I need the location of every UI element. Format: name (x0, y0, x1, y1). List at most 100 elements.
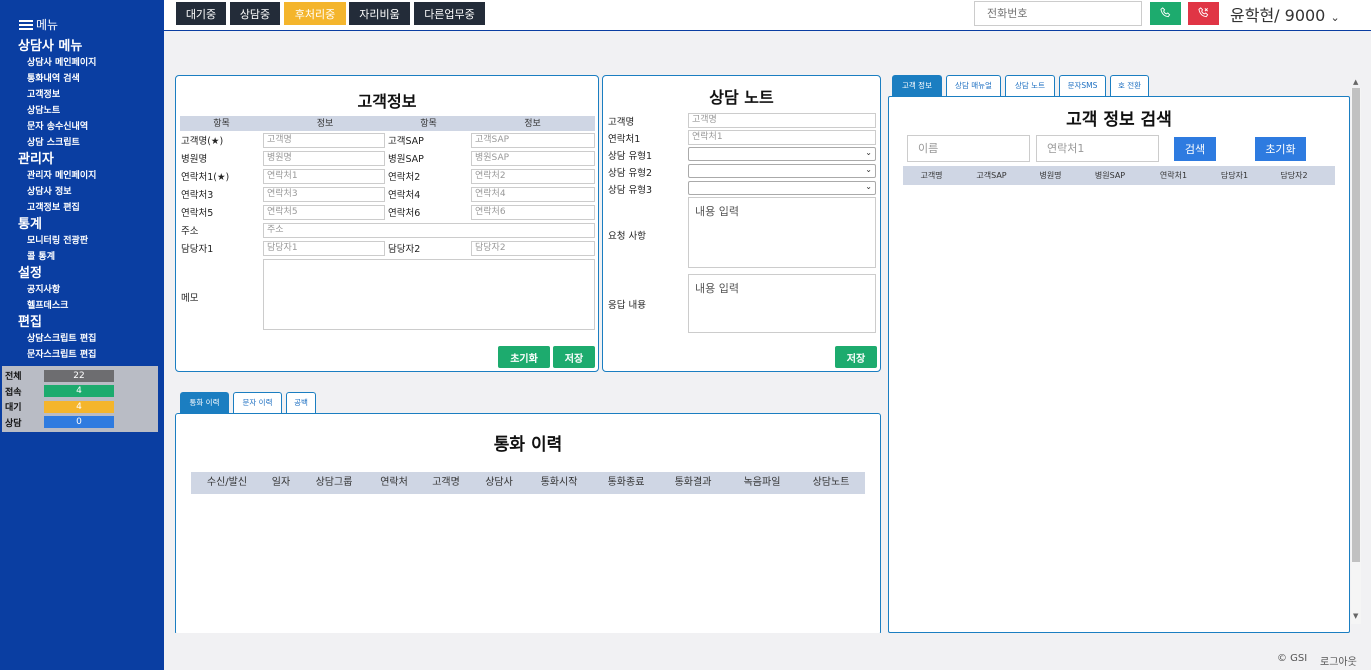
scroll-up-icon[interactable]: ▲ (1353, 78, 1358, 86)
column-header: 통화시작 (540, 477, 578, 488)
menu-toggle[interactable]: 메뉴 (19, 16, 58, 33)
contact5-input[interactable]: 연락처5 (263, 205, 385, 220)
customer-name-input[interactable]: 고객명 (263, 133, 385, 148)
user-menu[interactable]: 윤학현/ 9000 ⌄ (1230, 2, 1340, 26)
search-name-input[interactable]: 이름 (907, 135, 1030, 162)
contact4-input[interactable]: 연락처4 (471, 187, 595, 202)
field-label: 고객명 (608, 117, 635, 128)
customer-sap-input[interactable]: 고객SAP (471, 133, 595, 148)
contact2-input[interactable]: 연락처2 (471, 169, 595, 184)
stat-value: 0 (44, 416, 114, 429)
field-label: 고객SAP (388, 136, 424, 147)
tab-customer-info[interactable]: 고객 정보 (892, 75, 942, 96)
column-header: 연락처1 (1159, 171, 1188, 180)
agent-stats: 전체 22 접속 4 대기 4 상담 0 (2, 366, 158, 432)
contact1-input[interactable]: 연락처1 (263, 169, 385, 184)
nav-item-monitoring[interactable]: 모니터링 전광판 (18, 233, 164, 249)
tab-blank[interactable]: 공백 (286, 392, 316, 413)
nav-item-call-stats[interactable]: 콜 통계 (18, 249, 164, 265)
manager1-input[interactable]: 담당자1 (263, 241, 385, 256)
scrollbar-thumb[interactable] (1352, 88, 1360, 562)
hospital-name-input[interactable]: 병원명 (263, 151, 385, 166)
hospital-sap-input[interactable]: 병원SAP (471, 151, 595, 166)
contact3-input[interactable]: 연락처3 (263, 187, 385, 202)
nav-item-admin-main[interactable]: 관리자 메인페이지 (18, 168, 164, 184)
tab-call-transfer[interactable]: 호 전환 (1110, 75, 1149, 96)
chevron-down-icon: ⌄ (865, 148, 872, 157)
stat-label: 대기 (5, 403, 22, 414)
nav-group-header: 편집 (18, 315, 42, 330)
tab-sms-history[interactable]: 문자 이력 (233, 392, 282, 413)
field-label: 주소 (181, 226, 199, 237)
nav-item-call-search[interactable]: 통화내역 검색 (18, 71, 164, 87)
search-reset-button[interactable]: 초기화 (1255, 137, 1306, 161)
phone-call-icon (1160, 6, 1171, 17)
chevron-down-icon: ⌄ (865, 182, 872, 191)
panel-title: 고객 정보 검색 (1066, 110, 1172, 130)
nav-item-customer-info[interactable]: 고객정보 (18, 87, 164, 103)
consult-type1-select[interactable]: ⌄ (688, 147, 876, 161)
page-scrollbar[interactable] (1351, 88, 1361, 624)
nav-group-header: 통계 (18, 217, 42, 232)
column-header: 고객명 (920, 171, 943, 180)
note-customer-name-input[interactable]: 고객명 (688, 113, 876, 128)
nav-item-notice[interactable]: 공지사항 (18, 282, 164, 298)
column-header: 병원명 (1039, 171, 1062, 180)
column-header: 고객명 (432, 477, 460, 488)
nav-item-consult-note[interactable]: 상담노트 (18, 103, 164, 119)
note-contact-input[interactable]: 연락처1 (688, 130, 876, 145)
address-input[interactable]: 주소 (263, 223, 595, 238)
manager2-input[interactable]: 담당자2 (471, 241, 595, 256)
call-button[interactable] (1150, 2, 1181, 25)
tab-call-history[interactable]: 통화 이력 (180, 392, 229, 413)
column-header: 상담사 (485, 477, 513, 488)
note-save-button[interactable]: 저장 (835, 346, 877, 368)
consult-type3-select[interactable]: ⌄ (688, 181, 876, 195)
contact6-input[interactable]: 연락처6 (471, 205, 595, 220)
customer-info-panel: 고객정보 항목 정보 항목 정보 고객명(★) 고객명 고객SAP 고객SAP … (175, 75, 599, 372)
field-label: 상담 유형1 (608, 151, 653, 162)
scroll-down-icon[interactable]: ▼ (1353, 612, 1358, 620)
column-header: 항목 (420, 119, 437, 129)
phone-hangup-icon (1198, 6, 1209, 17)
stat-value: 22 (44, 369, 114, 382)
response-textarea[interactable]: 내용 입력 (688, 274, 876, 333)
nav-item-counselor-main[interactable]: 상담사 메인페이지 (18, 55, 164, 71)
tab-consult-manual[interactable]: 상담 매뉴얼 (946, 75, 1001, 96)
request-textarea[interactable]: 내용 입력 (688, 197, 876, 268)
column-header: 녹음파일 (743, 477, 781, 488)
field-label: 담당자2 (388, 244, 421, 255)
tab-consult-note[interactable]: 상담 노트 (1005, 75, 1055, 96)
field-label: 연락처2 (388, 172, 421, 183)
stat-value: 4 (44, 385, 114, 398)
nav-item-customer-edit[interactable]: 고객정보 편집 (18, 200, 164, 216)
search-contact-input[interactable]: 연락처1 (1036, 135, 1159, 162)
save-button[interactable]: 저장 (553, 346, 595, 368)
nav-item-counselor-info[interactable]: 상담사 정보 (18, 184, 164, 200)
status-other-work-button[interactable]: 다른업무중 (414, 2, 485, 25)
consult-type2-select[interactable]: ⌄ (688, 164, 876, 178)
field-label: 연락처5 (181, 208, 214, 219)
tab-sms[interactable]: 문자SMS (1059, 75, 1106, 96)
status-after-call-button[interactable]: 후처리중 (284, 2, 346, 25)
nav-group-header: 설정 (18, 266, 42, 281)
phone-number-input[interactable] (974, 1, 1142, 26)
field-label: 메모 (181, 293, 199, 304)
hangup-button[interactable] (1188, 2, 1219, 25)
reset-button[interactable]: 초기화 (498, 346, 550, 368)
memo-textarea[interactable] (263, 259, 595, 330)
nav-item-sms-script-edit[interactable]: 문자스크립트 편집 (18, 347, 164, 363)
status-consulting-button[interactable]: 상담중 (230, 2, 280, 25)
logout-link[interactable]: 로그아웃 (1320, 653, 1357, 668)
column-header: 연락처 (380, 477, 408, 488)
status-waiting-button[interactable]: 대기중 (176, 2, 226, 25)
column-header: 정보 (316, 119, 334, 129)
status-away-button[interactable]: 자리비움 (349, 2, 410, 25)
stat-label: 상담 (5, 418, 22, 429)
nav-item-consult-script[interactable]: 상담 스크립트 (18, 135, 164, 151)
nav-item-script-edit[interactable]: 상담스크립트 편집 (18, 331, 164, 347)
nav-item-sms-history[interactable]: 문자 송수신내역 (18, 119, 164, 135)
nav-item-helpdesk[interactable]: 헬프데스크 (18, 298, 164, 314)
chevron-down-icon: ⌄ (865, 165, 872, 174)
search-button[interactable]: 검색 (1174, 137, 1216, 161)
